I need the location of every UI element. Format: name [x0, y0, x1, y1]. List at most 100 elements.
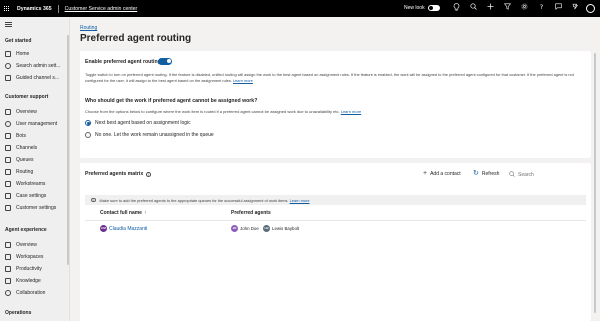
sidebar-item-label: Channels — [16, 144, 38, 151]
radio-button-selected[interactable] — [85, 120, 91, 126]
new-look-switch[interactable]: New look — [404, 5, 440, 11]
collaboration-icon — [5, 289, 11, 296]
case-icon — [5, 192, 11, 199]
add-contact-label: Add a contact — [430, 171, 461, 177]
refresh-label: Refresh — [481, 171, 500, 177]
sidebar-item-case-settings[interactable]: Case settings — [0, 190, 66, 201]
sidebar-item-label: Queues — [16, 156, 34, 163]
sidebar-item-queues[interactable]: Queues — [0, 154, 66, 165]
brand-name[interactable]: Dynamics 365 — [17, 6, 52, 12]
sidebar-item-workstreams[interactable]: Workstreams — [0, 178, 66, 189]
sidebar-scrollbar[interactable] — [67, 35, 69, 265]
new-look-toggle[interactable] — [427, 5, 440, 11]
search-input[interactable]: Search — [509, 171, 534, 179]
people-icon — [5, 120, 11, 127]
radio-button[interactable] — [85, 132, 91, 138]
matrix-title-text: Preferred agents matrix — [85, 171, 144, 177]
column-header-label: Contact full name — [100, 210, 142, 216]
sidebar: Get started Home Search admin sett... Gu… — [0, 17, 70, 321]
sidebar-item-bots[interactable]: Bots — [0, 130, 66, 141]
add-icon: + — [423, 170, 428, 177]
sidebar-item-knowledge[interactable]: Knowledge — [0, 275, 66, 286]
enable-routing-toggle[interactable] — [158, 58, 172, 65]
agent-name: John Doe — [240, 226, 259, 231]
header-divider — [85, 220, 586, 221]
copilot-icon[interactable] — [567, 3, 584, 14]
add-contact-button[interactable]: + Add a contact — [423, 170, 461, 177]
main-scrollbar[interactable] — [594, 51, 597, 321]
search-placeholder: Search — [518, 172, 534, 178]
overview-icon — [5, 241, 11, 248]
add-icon[interactable] — [482, 3, 499, 14]
main-content: Routing Preferred agent routing Enable p… — [70, 17, 600, 321]
filter-icon[interactable] — [499, 3, 516, 14]
user-avatar[interactable] — [586, 4, 595, 13]
scrollbar-thumb[interactable] — [594, 53, 596, 313]
sidebar-item-agent-overview[interactable]: Overview — [0, 239, 66, 250]
routing-description-text: Toggle switch to turn on preferred agent… — [85, 72, 574, 83]
column-header-preferred-agents[interactable]: Preferred agents — [231, 210, 271, 216]
app-name[interactable]: Customer Service admin center — [65, 6, 138, 12]
banner-learn-more-link[interactable]: Learn more — [290, 198, 310, 203]
fallback-question-title: Who should get the work if preferred age… — [85, 98, 258, 104]
channels-icon — [5, 144, 11, 151]
banner-text: Make sure to add the preferred agents to… — [99, 197, 289, 203]
queue-icon — [5, 156, 11, 163]
sidebar-item-label: Collaboration — [16, 289, 46, 296]
contact-name-link[interactable]: Claudia Mazzanti — [109, 226, 147, 232]
sidebar-group-agent-experience: Agent experience — [5, 227, 47, 233]
productivity-icon — [5, 265, 11, 272]
radio-next-best-agent[interactable]: Next best agent based on assignment logi… — [85, 120, 191, 126]
sidebar-item-workspaces[interactable]: Workspaces — [0, 251, 66, 262]
hamburger-menu-icon[interactable] — [5, 22, 12, 27]
sidebar-item-routing[interactable]: Routing — [0, 166, 66, 177]
sidebar-item-label: Search admin sett... — [16, 62, 61, 69]
sidebar-item-label: Productivity — [16, 265, 42, 272]
refresh-button[interactable]: ↻ Refresh — [473, 170, 500, 177]
workspaces-icon — [5, 253, 11, 260]
radio-no-one[interactable]: No one. Let the work remain unassigned i… — [85, 132, 214, 138]
column-header-contact[interactable]: Contact full name ↑ — [100, 210, 146, 216]
info-icon[interactable]: i — [146, 171, 152, 177]
sidebar-item-guided-channel-setup[interactable]: Guided channel s... — [0, 72, 66, 83]
sidebar-item-label: Guided channel s... — [16, 74, 60, 81]
sidebar-item-overview[interactable]: Overview — [0, 106, 66, 117]
refresh-icon: ↻ — [473, 170, 479, 177]
table-row[interactable]: CM Claudia Mazzanti JD John Doe LB Lewis… — [80, 225, 591, 236]
breadcrumb[interactable]: Routing — [80, 25, 97, 31]
sidebar-item-collaboration[interactable]: Collaboration — [0, 287, 66, 298]
sidebar-item-home[interactable]: Home — [0, 48, 66, 59]
sidebar-item-label: Customer settings — [16, 204, 57, 211]
overview-icon — [5, 108, 11, 115]
routing-icon — [5, 168, 11, 175]
sidebar-group-customer-support: Customer support — [5, 94, 49, 100]
sidebar-item-label: Case settings — [16, 192, 47, 199]
agent-chip[interactable]: JD John Doe — [231, 225, 259, 232]
description-learn-more-link[interactable]: Learn more — [233, 78, 253, 83]
sidebar-item-channels[interactable]: Channels — [0, 142, 66, 153]
sidebar-item-label: Bots — [16, 132, 27, 139]
sidebar-item-user-management[interactable]: User management — [0, 118, 66, 129]
knowledge-icon — [5, 277, 11, 284]
chat-icon[interactable] — [550, 3, 567, 14]
sidebar-item-search-admin-settings[interactable]: Search admin sett... — [0, 60, 66, 71]
contact-cell[interactable]: CM Claudia Mazzanti — [100, 225, 147, 232]
new-look-label: New look — [404, 5, 425, 11]
sidebar-item-label: Home — [16, 50, 30, 57]
search-icon[interactable] — [465, 3, 482, 14]
sidebar-item-customer-settings[interactable]: Customer settings — [0, 202, 66, 213]
sidebar-item-productivity[interactable]: Productivity — [0, 263, 66, 274]
agent-chip[interactable]: LB Lewis Baybolt — [263, 225, 299, 232]
sidebar-item-label: User management — [16, 120, 58, 127]
question-learn-more-link[interactable]: Learn more — [341, 109, 361, 114]
sidebar-item-label: Knowledge — [16, 277, 41, 284]
lightbulb-icon[interactable] — [448, 3, 465, 14]
settings-icon[interactable] — [516, 3, 533, 14]
agent-name: Lewis Baybolt — [272, 226, 300, 231]
sort-arrow-icon: ↑ — [143, 210, 147, 216]
preferred-agents-matrix-card: Preferred agents matrix i + Add a contac… — [80, 163, 591, 321]
home-icon — [5, 50, 11, 57]
help-icon[interactable]: ? — [533, 3, 550, 14]
rocket-icon — [5, 74, 11, 81]
app-launcher-icon[interactable] — [4, 6, 9, 11]
